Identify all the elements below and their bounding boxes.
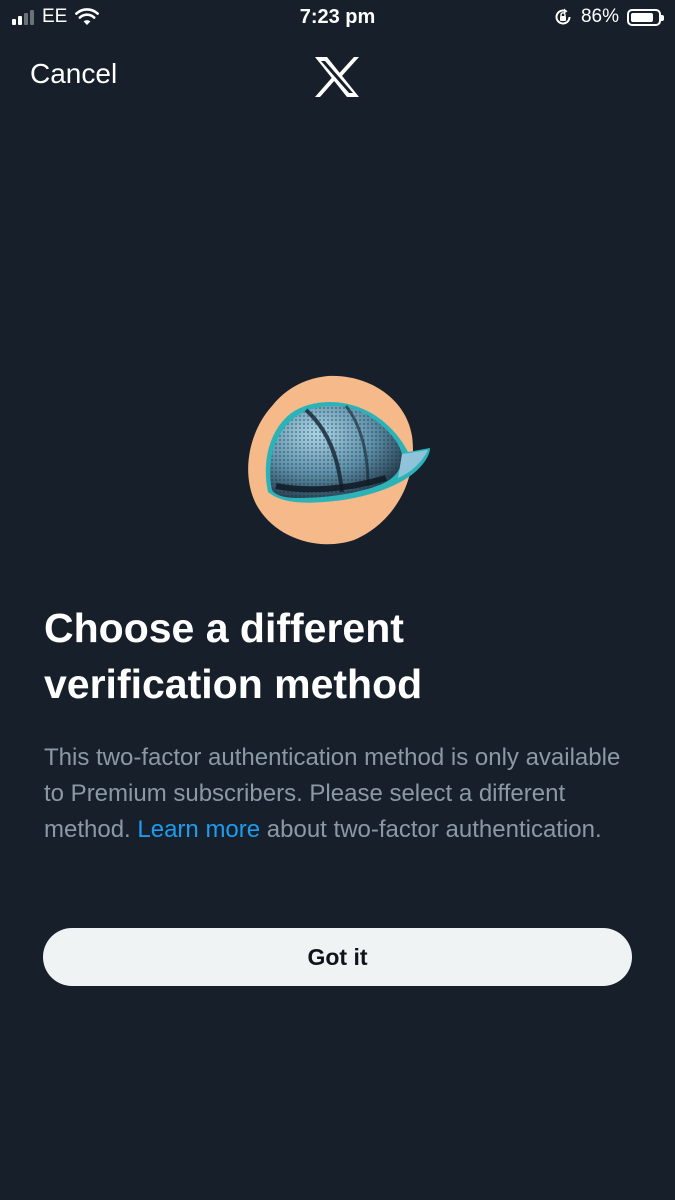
page-title: Choose a different verification method [44,605,423,707]
rotation-lock-icon [555,8,571,25]
battery-icon [627,8,664,26]
status-bar: EE 7:23 pm 86% [0,0,675,36]
x-logo-icon [315,57,359,97]
status-right: 86% [553,6,664,28]
learn-more-link[interactable]: Learn more [137,816,260,843]
description-text: This two-factor authentication method is… [44,740,634,848]
got-it-button[interactable]: Got it [43,928,632,986]
cancel-button[interactable]: Cancel [30,58,117,90]
description-part-2: about two-factor authentication. [260,816,602,843]
battery-percent: 86% [580,6,619,27]
hard-hat-illustration [248,375,430,545]
battery-level [631,12,654,22]
